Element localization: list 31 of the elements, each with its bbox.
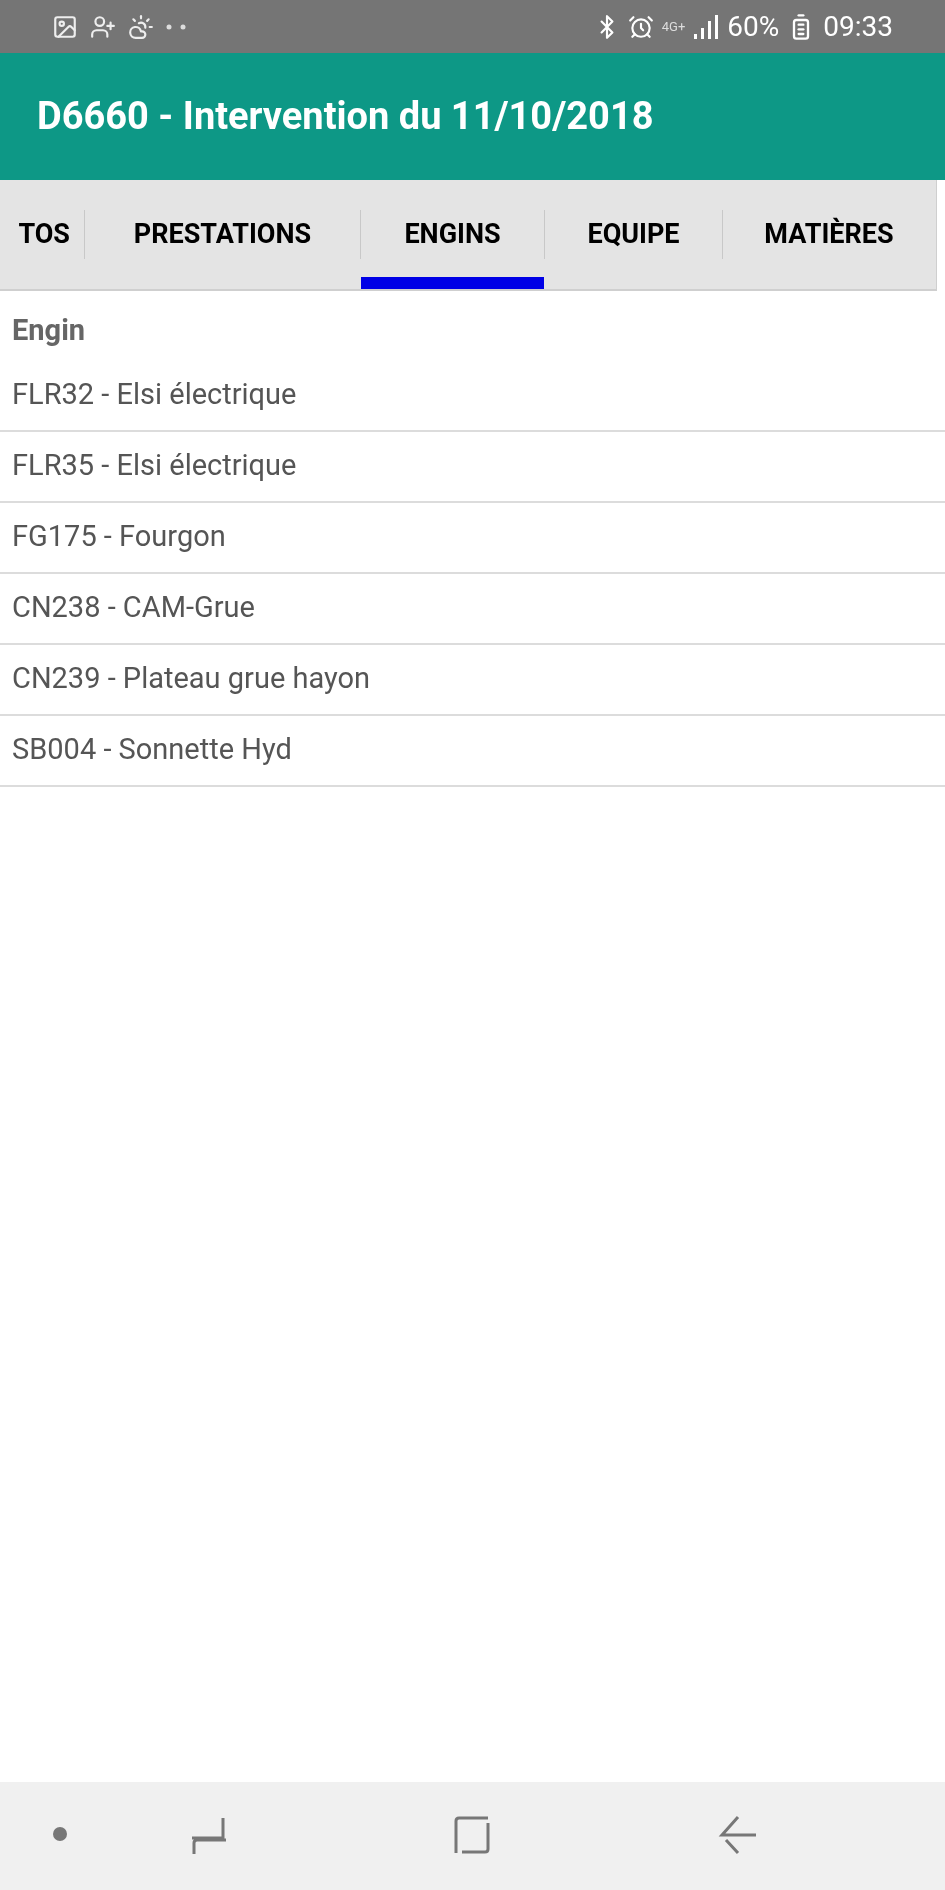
row-text: FG175 - Fourgon bbox=[12, 518, 226, 556]
list-header: Engin bbox=[11, 312, 87, 349]
list-row[interactable]: FG175 - Fourgon bbox=[0, 502, 945, 574]
person-add-icon bbox=[90, 13, 116, 40]
app-title: D6660 - Intervention du 11/10/2018 bbox=[37, 93, 654, 140]
list-row[interactable]: CN238 - CAM-Grue bbox=[0, 573, 945, 645]
tab[interactable]: PRESTATIONS bbox=[85, 180, 360, 289]
tab[interactable]: MATIÈRES bbox=[723, 180, 935, 289]
back-icon[interactable] bbox=[718, 1815, 758, 1855]
row-text: CN239 - Plateau grue hayon bbox=[12, 660, 371, 698]
row-text: CN238 - CAM-Grue bbox=[12, 589, 255, 627]
clock-time: 09:33 bbox=[823, 8, 893, 45]
list-row[interactable]: SB004 - Sonnette Hyd bbox=[0, 715, 945, 787]
row-text: FLR35 - Elsi électrique bbox=[12, 447, 297, 485]
home-icon[interactable] bbox=[452, 1815, 492, 1855]
row-text: FLR32 - Elsi électrique bbox=[12, 376, 297, 414]
list-row[interactable]: FLR35 - Elsi électrique bbox=[0, 431, 945, 503]
weather-icon bbox=[128, 13, 154, 40]
tab[interactable]: TOS bbox=[0, 180, 84, 289]
more-icon bbox=[166, 23, 186, 30]
battery-percent: 60% bbox=[727, 8, 780, 45]
row-text: SB004 - Sonnette Hyd bbox=[12, 731, 292, 769]
tab[interactable]: EQUIPE bbox=[545, 180, 722, 289]
dot-icon bbox=[53, 1827, 67, 1841]
signal-icon bbox=[693, 13, 720, 40]
network-label: 4G+ bbox=[661, 17, 686, 36]
tab[interactable]: ENGINS bbox=[361, 180, 544, 289]
alarm-icon bbox=[627, 13, 654, 40]
image-icon bbox=[52, 13, 78, 40]
list-row[interactable]: CN239 - Plateau grue hayon bbox=[0, 644, 945, 716]
list-row[interactable]: FLR32 - Elsi électrique bbox=[0, 360, 945, 432]
